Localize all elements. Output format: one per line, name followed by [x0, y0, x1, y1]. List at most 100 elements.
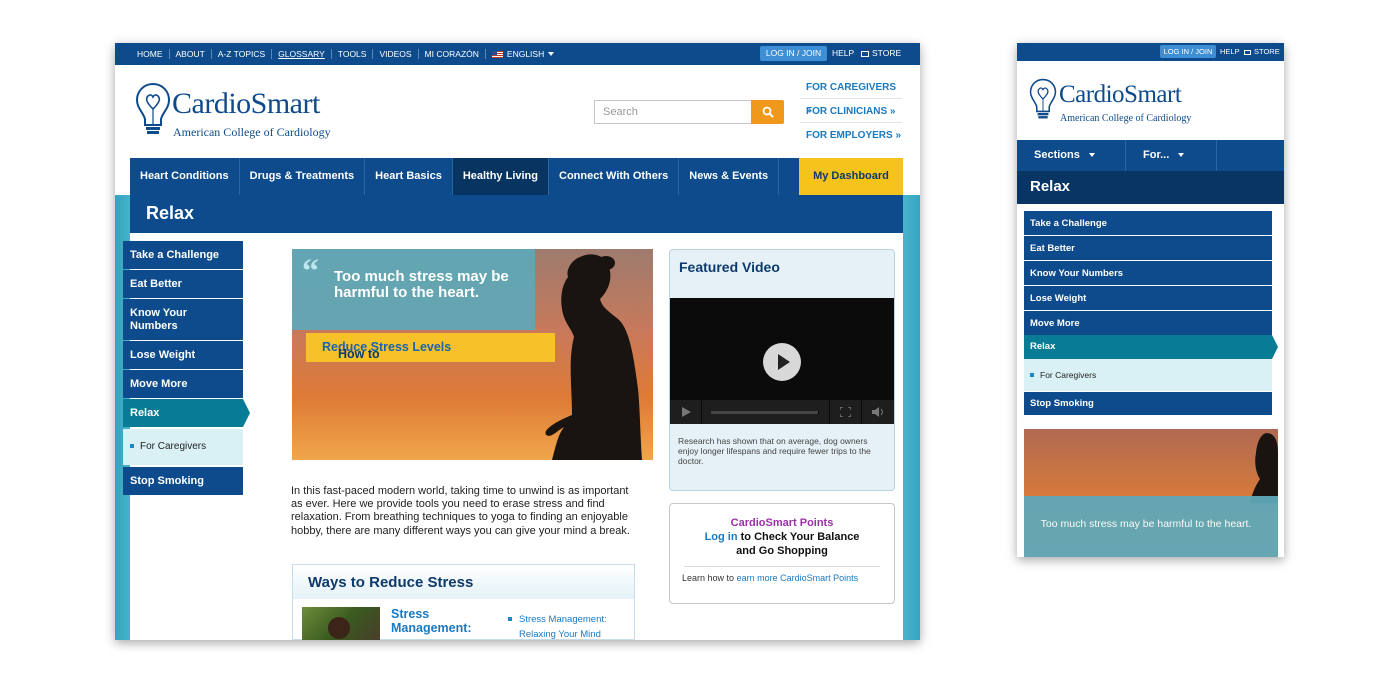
- mobile-hero-banner[interactable]: Too much stress may be harmful to the he…: [1024, 429, 1278, 557]
- for-clinicians-link[interactable]: FOR CLINICIANS »: [800, 100, 902, 123]
- mobile-sidebar-item-lose-weight[interactable]: Lose Weight: [1024, 286, 1272, 311]
- nav-mi-corazon-link[interactable]: MI CORAZÓN: [417, 49, 485, 59]
- mobile-store-link[interactable]: STORE: [1244, 47, 1280, 56]
- featured-video-panel: Featured Video Research has shown that o…: [669, 249, 895, 491]
- store-link[interactable]: STORE: [861, 48, 901, 58]
- earn-points-link[interactable]: earn more CardioSmart Points: [737, 573, 859, 583]
- stress-management-title[interactable]: Stress Management:: [391, 607, 491, 635]
- nav-about-link[interactable]: ABOUT: [168, 49, 211, 59]
- ways-title: Ways to Reduce Stress: [308, 574, 474, 591]
- sidebar-item-lose-weight[interactable]: Lose Weight: [123, 341, 243, 369]
- progress-track: [711, 411, 819, 414]
- volume-button[interactable]: [862, 400, 894, 424]
- lightbulb-heart-logo-icon: [135, 82, 171, 134]
- stress-management-link[interactable]: Stress Management: Relaxing Your Mind: [508, 612, 629, 640]
- mobile-sections-menu[interactable]: Sections: [1017, 140, 1126, 171]
- nav-glossary-link[interactable]: GLOSSARY: [271, 49, 331, 59]
- bullet-icon: [1030, 373, 1034, 377]
- points-learn-prefix: Learn how to: [682, 573, 735, 583]
- page-title: Relax: [146, 203, 195, 223]
- main-nav-drugs-treatments[interactable]: Drugs & Treatments: [240, 158, 366, 195]
- language-selector[interactable]: ENGLISH: [484, 49, 560, 59]
- mobile-hero-caption: Too much stress may be harmful to the he…: [1040, 518, 1252, 530]
- sidebar-subitem-label: For Caregivers: [140, 441, 207, 452]
- nav-home-link[interactable]: HOME: [129, 49, 169, 59]
- video-progress-bar[interactable]: [702, 400, 830, 424]
- chevron-down-icon: [1178, 153, 1185, 157]
- featured-video-title: Featured Video: [679, 259, 780, 275]
- help-link[interactable]: HELP: [832, 48, 854, 58]
- search-icon: [762, 106, 774, 118]
- mobile-logo-tagline: American College of Cardiology: [1060, 113, 1192, 124]
- lightbulb-heart-logo-icon: [1029, 78, 1057, 119]
- points-login-link[interactable]: Log in: [705, 531, 738, 543]
- play-icon[interactable]: [763, 343, 801, 381]
- main-nav-heart-conditions[interactable]: Heart Conditions: [130, 158, 240, 195]
- for-employers-link[interactable]: FOR EMPLOYERS »: [800, 124, 902, 147]
- for-caregivers-link[interactable]: FOR CAREGIVERS »: [800, 76, 902, 116]
- mobile-nav: Sections For...: [1017, 140, 1284, 171]
- points-message: Log in to Check Your Balance and Go Shop…: [670, 531, 894, 558]
- points-divider: [684, 566, 880, 567]
- mobile-view: LOG IN / JOIN HELP STORE CardioSmart Ame…: [1017, 43, 1284, 557]
- mobile-sidebar-item-stop-smoking[interactable]: Stop Smoking: [1024, 392, 1272, 416]
- main-nav-healthy-living[interactable]: Healthy Living: [452, 158, 549, 195]
- sidebar-item-know-your-numbers[interactable]: Know Your Numbers: [123, 299, 243, 340]
- video-player[interactable]: [670, 298, 894, 424]
- desktop-view: HOME ABOUT A-Z TOPICS GLOSSARY TOOLS VID…: [115, 43, 920, 640]
- fullscreen-button[interactable]: [830, 400, 862, 424]
- nav-videos-link[interactable]: VIDEOS: [372, 49, 417, 59]
- my-dashboard-button[interactable]: My Dashboard: [799, 158, 903, 195]
- language-label: ENGLISH: [506, 49, 545, 59]
- hero-cta[interactable]: How to Reduce Stress Levels: [306, 333, 555, 362]
- search-button[interactable]: [751, 100, 784, 124]
- mobile-login-join-button[interactable]: LOG IN / JOIN: [1160, 45, 1216, 58]
- main-nav-heart-basics[interactable]: Heart Basics: [365, 158, 453, 195]
- ways-to-reduce-stress-panel: Ways to Reduce Stress Stress Management:…: [292, 564, 635, 640]
- hero-cta-prefix: How to: [338, 347, 380, 361]
- sidebar-item-take-a-challenge[interactable]: Take a Challenge: [123, 241, 243, 269]
- cardiosmart-points-panel: CardioSmart Points Log in to Check Your …: [669, 503, 895, 604]
- ways-header: Ways to Reduce Stress: [293, 565, 634, 599]
- mobile-utility-bar: LOG IN / JOIN HELP STORE: [1017, 43, 1284, 61]
- fullscreen-icon: [840, 407, 851, 417]
- mobile-silhouette: [1250, 433, 1278, 503]
- utility-bar: HOME ABOUT A-Z TOPICS GLOSSARY TOOLS VID…: [115, 43, 920, 65]
- mobile-sidebar-item-know-your-numbers[interactable]: Know Your Numbers: [1024, 261, 1272, 286]
- us-flag-icon: [491, 51, 503, 58]
- nav-az-topics-link[interactable]: A-Z TOPICS: [210, 49, 271, 59]
- points-line1: to Check Your Balance: [740, 531, 860, 543]
- play-control-button[interactable]: [670, 400, 702, 424]
- stress-management-link-label: Stress Management: Relaxing Your Mind: [519, 614, 607, 640]
- quote-icon: “: [302, 253, 319, 290]
- mobile-sidebar-item-relax[interactable]: Relax: [1024, 335, 1278, 359]
- mobile-sidebar-item-move-more[interactable]: Move More: [1024, 311, 1272, 336]
- sidebar-item-relax[interactable]: Relax: [123, 399, 250, 427]
- sidebar-item-move-more[interactable]: Move More: [123, 370, 243, 398]
- store-label: STORE: [872, 48, 902, 58]
- login-join-button[interactable]: LOG IN / JOIN: [760, 46, 827, 61]
- bullet-icon: [130, 444, 134, 448]
- search-input[interactable]: Search: [594, 100, 752, 124]
- utility-nav: HOME ABOUT A-Z TOPICS GLOSSARY TOOLS VID…: [129, 43, 560, 65]
- sidebar-item-stop-smoking[interactable]: Stop Smoking: [123, 467, 243, 495]
- sidebar-subitem-for-caregivers[interactable]: For Caregivers: [123, 429, 243, 465]
- mobile-sidebar-item-eat-better[interactable]: Eat Better: [1024, 236, 1272, 261]
- hero-banner[interactable]: “ Too much stress may be harmful to the …: [292, 249, 653, 460]
- cart-icon: [861, 51, 869, 57]
- mobile-help-link[interactable]: HELP: [1220, 47, 1240, 56]
- nav-tools-link[interactable]: TOOLS: [330, 49, 373, 59]
- mobile-sidebar-subitem-for-caregivers[interactable]: For Caregivers: [1024, 359, 1272, 391]
- play-small-icon: [682, 407, 691, 417]
- chevron-down-icon: [1088, 153, 1095, 157]
- mobile-for-menu[interactable]: For...: [1126, 140, 1217, 171]
- mobile-page-title-bar: Relax: [1017, 171, 1284, 204]
- sidebar-item-eat-better[interactable]: Eat Better: [123, 270, 243, 298]
- main-nav-connect-with-others[interactable]: Connect With Others: [549, 158, 680, 195]
- mobile-sidebar-item-take-a-challenge[interactable]: Take a Challenge: [1024, 211, 1272, 236]
- main-nav-news-events[interactable]: News & Events: [679, 158, 780, 195]
- stress-management-thumbnail[interactable]: [302, 607, 380, 640]
- video-caption: Research has shown that on average, dog …: [678, 436, 871, 466]
- mobile-page-title: Relax: [1030, 178, 1071, 195]
- page-title-bar: Relax: [130, 195, 903, 233]
